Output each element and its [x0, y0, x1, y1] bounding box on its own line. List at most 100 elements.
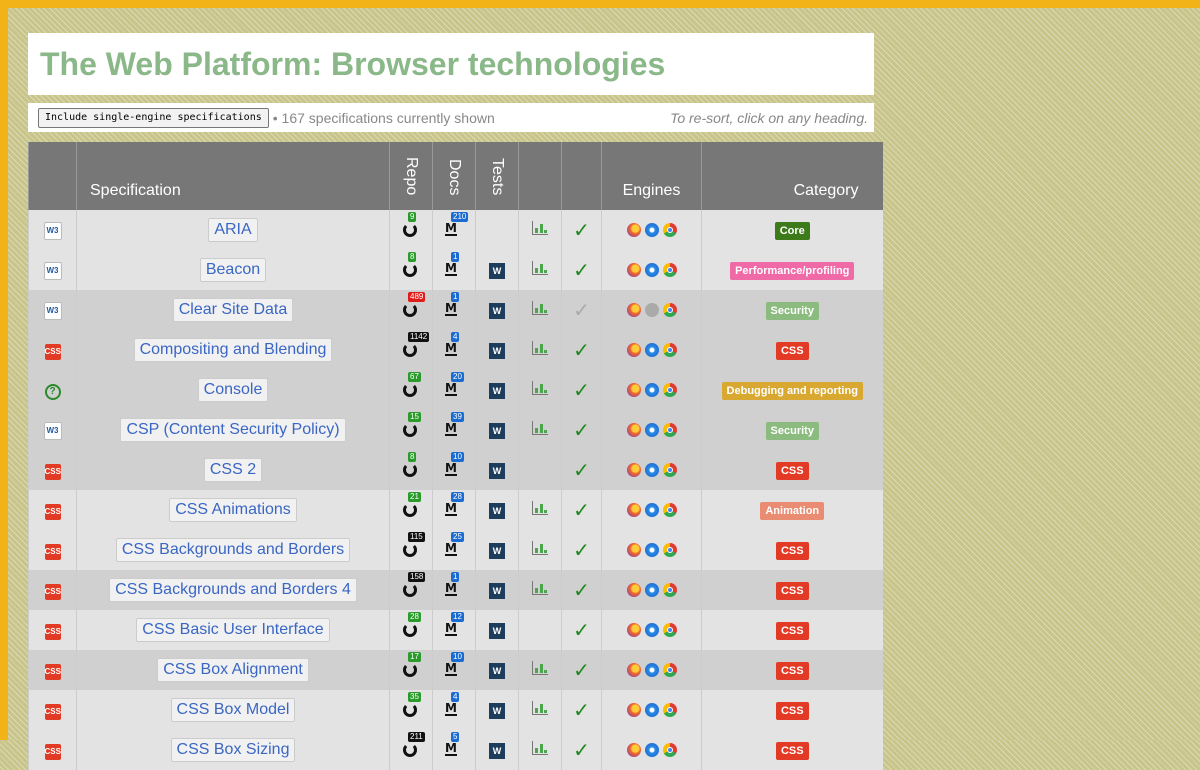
mdn-icon[interactable]: M 12 [445, 611, 464, 637]
table-row[interactable]: CSS CSS Backgrounds and Borders 4 158 M1… [28, 570, 883, 610]
firefox-icon[interactable] [626, 302, 641, 317]
safari-icon[interactable] [644, 262, 659, 277]
spec-name-link[interactable]: CSS Box Model [170, 698, 296, 722]
category-badge[interactable]: CSS [775, 461, 809, 480]
repo-header[interactable]: Repo [389, 142, 433, 210]
mdn-icon[interactable]: M4 [445, 691, 463, 717]
github-icon[interactable]: 15 [402, 411, 421, 437]
github-icon[interactable]: 1142 [402, 331, 430, 357]
wpt-icon[interactable]: W [489, 343, 505, 359]
spec-name-link[interactable]: CSS Backgrounds and Borders [115, 538, 351, 562]
table-row[interactable]: W3 ARIA 9 M 210 ✓ Core [28, 210, 883, 250]
chrome-icon[interactable] [662, 422, 677, 437]
wpt-icon[interactable]: W [489, 583, 505, 599]
spec-name-link[interactable]: CSS 2 [203, 458, 263, 482]
mdn-icon[interactable]: M5 [445, 731, 463, 757]
category-header[interactable]: Category [701, 142, 883, 210]
table-row[interactable]: W3 Beacon 8 M1 W ✓ Performance/profiling [28, 250, 883, 290]
firefox-icon[interactable] [626, 222, 641, 237]
usage-chart-icon[interactable] [532, 260, 548, 275]
status-header[interactable] [561, 142, 602, 210]
chrome-icon[interactable] [662, 622, 677, 637]
safari-icon[interactable] [644, 342, 659, 357]
mdn-icon[interactable]: M4 [445, 331, 463, 357]
wpt-icon[interactable]: W [489, 623, 505, 639]
firefox-icon[interactable] [626, 342, 641, 357]
chrome-icon[interactable] [662, 542, 677, 557]
usage-chart-icon[interactable] [532, 340, 548, 355]
mdn-icon[interactable]: M1 [445, 571, 463, 597]
table-row[interactable]: W3 CSP (Content Security Policy) 15 M 39 … [28, 410, 883, 450]
safari-icon[interactable] [644, 502, 659, 517]
spec-name-link[interactable]: CSS Animations [169, 498, 297, 522]
usage-chart-icon[interactable] [532, 700, 548, 715]
firefox-icon[interactable] [626, 582, 641, 597]
safari-icon[interactable] [644, 622, 659, 637]
safari-icon[interactable] [644, 542, 659, 557]
github-icon[interactable]: 28 [402, 611, 421, 637]
usage-header[interactable] [518, 142, 562, 210]
org-header[interactable] [28, 142, 77, 210]
include-single-engine-button[interactable]: Include single-engine specifications [38, 107, 269, 128]
github-icon[interactable]: 9 [402, 211, 420, 237]
spec-name-link[interactable]: Console [197, 378, 269, 402]
mdn-icon[interactable]: M 25 [445, 531, 464, 557]
wpt-icon[interactable]: W [489, 383, 505, 399]
table-row[interactable]: CSS CSS 2 8 M 10 W ✓ CSS [28, 450, 883, 490]
chrome-icon[interactable] [662, 222, 677, 237]
engines-header[interactable]: Engines [601, 142, 702, 210]
chrome-icon[interactable] [662, 302, 677, 317]
spec-name-link[interactable]: CSS Box Alignment [157, 658, 309, 682]
spec-name-link[interactable]: Beacon [199, 258, 267, 282]
safari-icon[interactable] [644, 582, 659, 597]
github-icon[interactable]: 21 [402, 491, 421, 517]
github-icon[interactable]: 158 [402, 571, 426, 597]
spec-name-link[interactable]: CSS Box Sizing [170, 738, 296, 762]
safari-icon[interactable] [644, 462, 659, 477]
firefox-icon[interactable] [626, 622, 641, 637]
safari-icon[interactable] [644, 222, 659, 237]
mdn-icon[interactable]: M 10 [445, 451, 464, 477]
chrome-icon[interactable] [662, 742, 677, 757]
safari-icon[interactable] [644, 702, 659, 717]
usage-chart-icon[interactable] [532, 540, 548, 555]
usage-chart-icon[interactable] [532, 580, 548, 595]
wpt-icon[interactable]: W [489, 263, 505, 279]
category-badge[interactable]: CSS [775, 621, 809, 640]
wpt-icon[interactable]: W [489, 703, 505, 719]
category-badge[interactable]: CSS [775, 541, 809, 560]
spec-name-link[interactable]: CSS Basic User Interface [136, 618, 330, 642]
firefox-icon[interactable] [626, 462, 641, 477]
tests-header[interactable]: Tests [475, 142, 519, 210]
category-badge[interactable]: CSS [775, 741, 809, 760]
firefox-icon[interactable] [626, 422, 641, 437]
wpt-icon[interactable]: W [489, 463, 505, 479]
mdn-icon[interactable]: M 10 [445, 651, 464, 677]
spec-name-link[interactable]: Compositing and Blending [133, 338, 333, 362]
github-icon[interactable]: 35 [402, 691, 421, 717]
github-icon[interactable]: 115 [402, 531, 425, 557]
firefox-icon[interactable] [626, 542, 641, 557]
github-icon[interactable]: 8 [402, 251, 420, 277]
firefox-icon[interactable] [626, 662, 641, 677]
chrome-icon[interactable] [662, 582, 677, 597]
category-badge[interactable]: CSS [775, 581, 809, 600]
firefox-icon[interactable] [626, 262, 641, 277]
wpt-icon[interactable]: W [489, 423, 505, 439]
category-badge[interactable]: Performance/profiling [730, 261, 855, 280]
usage-chart-icon[interactable] [532, 380, 548, 395]
spec-name-link[interactable]: Clear Site Data [172, 298, 294, 322]
spec-name-link[interactable]: CSS Backgrounds and Borders 4 [109, 578, 357, 602]
github-icon[interactable]: 17 [402, 651, 421, 677]
table-row[interactable]: ? Console 67 M 20 W ✓ Debugging and repor… [28, 370, 883, 410]
mdn-icon[interactable]: M 20 [445, 371, 464, 397]
usage-chart-icon[interactable] [532, 220, 548, 235]
github-icon[interactable]: 211 [402, 731, 425, 757]
category-badge[interactable]: Core [774, 221, 810, 240]
chrome-icon[interactable] [662, 262, 677, 277]
table-row[interactable]: CSS CSS Basic User Interface 28 M 12 W ✓ … [28, 610, 883, 650]
wpt-icon[interactable]: W [489, 663, 505, 679]
safari-icon[interactable] [644, 662, 659, 677]
chrome-icon[interactable] [662, 702, 677, 717]
table-row[interactable]: CSS CSS Animations 21 M 28 W ✓ Animation [28, 490, 883, 530]
